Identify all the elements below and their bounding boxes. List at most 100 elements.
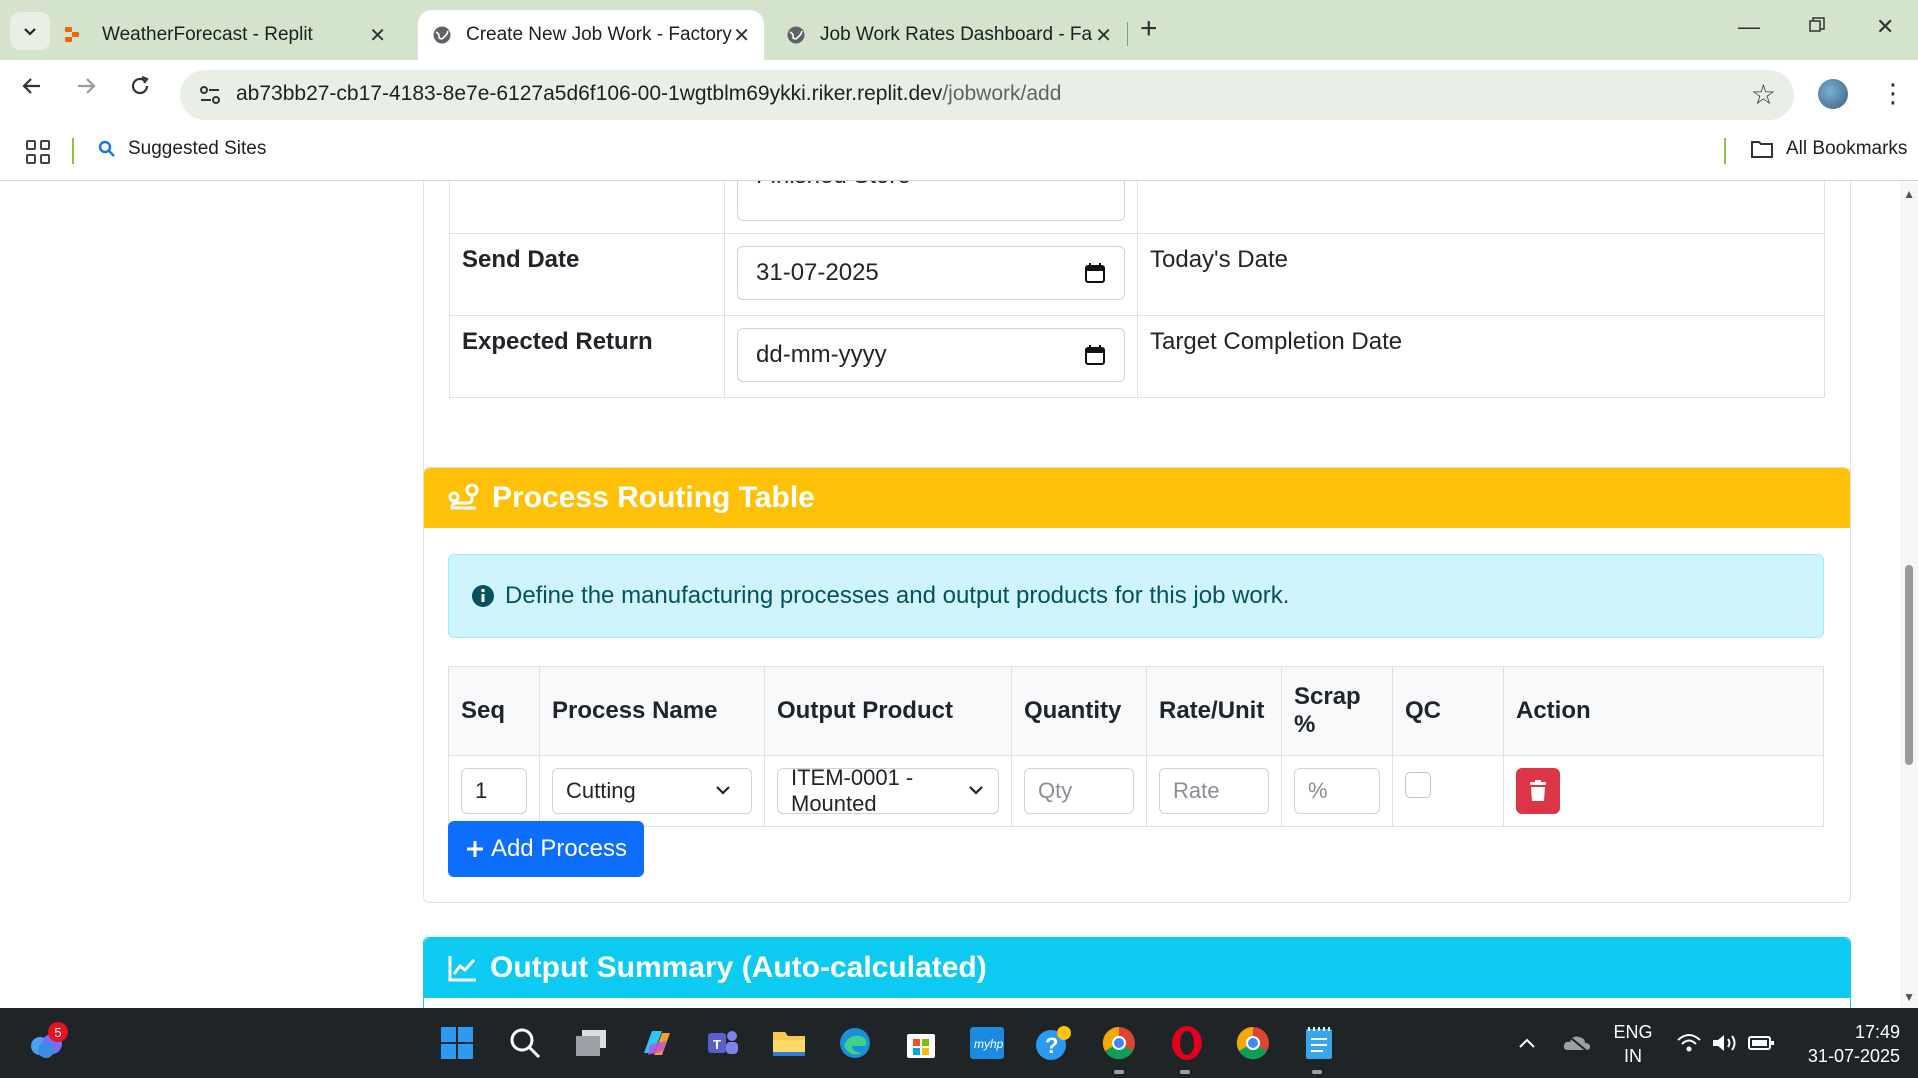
route-icon bbox=[448, 483, 479, 510]
send-date-input[interactable]: 31-07-2025 bbox=[737, 246, 1125, 300]
microsoft-store-icon[interactable] bbox=[902, 1024, 940, 1062]
close-tab-icon[interactable]: ✕ bbox=[733, 23, 750, 48]
clock-date: 31-07-2025 bbox=[1807, 1046, 1900, 1066]
url-text[interactable]: ab73bb27-cb17-4183-8e7e-6127a5d6f106-00-… bbox=[236, 82, 1061, 106]
info-circle-icon bbox=[472, 585, 494, 607]
tab-create-job-work[interactable]: Create New Job Work - Factory ✕ bbox=[418, 10, 764, 60]
tab-search-button[interactable] bbox=[10, 12, 50, 50]
tab-title: WeatherForecast - Replit bbox=[102, 24, 313, 45]
scroll-up-icon[interactable]: ▲ bbox=[1903, 187, 1915, 201]
add-process-button[interactable]: Add Process bbox=[448, 821, 644, 877]
delete-row-button[interactable] bbox=[1516, 768, 1560, 814]
replit-icon bbox=[62, 25, 82, 45]
url-path: /jobwork/add bbox=[942, 82, 1062, 105]
calendar-icon[interactable] bbox=[1084, 262, 1106, 284]
qc-checkbox[interactable] bbox=[1405, 772, 1431, 798]
field-hint: Target Completion Date bbox=[1137, 315, 1825, 398]
svg-text:myhp: myhp bbox=[974, 1037, 1004, 1051]
browser-menu-icon[interactable]: ⋮ bbox=[1880, 78, 1906, 109]
copilot-icon[interactable] bbox=[638, 1024, 676, 1062]
bookmark-suggested-sites[interactable]: Suggested Sites bbox=[98, 138, 266, 160]
column-header: Seq bbox=[448, 666, 540, 756]
edge-icon[interactable] bbox=[836, 1024, 874, 1062]
page-viewport: Finished Store Send Date 31-07-2025 Toda… bbox=[0, 181, 1918, 1008]
tab-title: Create New Job Work - Factory bbox=[466, 24, 732, 45]
notepad-icon[interactable] bbox=[1300, 1024, 1338, 1062]
routing-table: Seq Process Name Output Product Quantity… bbox=[448, 666, 1824, 827]
scrap-input[interactable]: % bbox=[1294, 768, 1380, 814]
column-header: Rate/Unit bbox=[1146, 666, 1282, 756]
notification-count: 5 bbox=[54, 1024, 62, 1040]
column-header: Scrap % bbox=[1281, 666, 1393, 756]
column-header: Output Product bbox=[764, 666, 1012, 756]
close-window-icon[interactable]: ✕ bbox=[1876, 14, 1894, 40]
store-select-value: Finished Store bbox=[756, 181, 911, 190]
all-bookmarks-button[interactable]: All Bookmarks bbox=[1750, 138, 1907, 160]
minimize-icon[interactable]: — bbox=[1738, 14, 1760, 40]
tab-job-work-rates[interactable]: Job Work Rates Dashboard - Fa ✕ bbox=[786, 10, 1116, 60]
url-domain: ab73bb27-cb17-4183-8e7e-6127a5d6f106-00-… bbox=[236, 82, 943, 105]
process-name-select[interactable]: Cutting bbox=[552, 768, 752, 814]
search-icon bbox=[98, 140, 115, 157]
table-row: 1 Cutting ITEM-0001 - Mounted Qty Rate % bbox=[448, 755, 1824, 827]
process-routing-card: Process Routing Table Define the manufac… bbox=[423, 467, 1851, 903]
trash-icon bbox=[1530, 780, 1546, 801]
show-hidden-icons-icon[interactable] bbox=[1508, 1024, 1546, 1062]
expected-return-input[interactable]: dd-mm-yyyy bbox=[737, 328, 1125, 382]
site-settings-icon[interactable] bbox=[198, 83, 222, 107]
profile-avatar[interactable] bbox=[1818, 79, 1848, 109]
restore-icon[interactable] bbox=[1808, 14, 1826, 40]
tab-separator bbox=[1127, 22, 1128, 46]
globe-icon bbox=[432, 25, 452, 45]
bookmark-label: Suggested Sites bbox=[128, 138, 267, 159]
opera-icon[interactable] bbox=[1168, 1024, 1206, 1062]
clock[interactable]: 17:49 31-07-2025 bbox=[1790, 1020, 1900, 1068]
new-tab-button[interactable]: + bbox=[1140, 14, 1158, 44]
empty-label-cell bbox=[449, 181, 725, 234]
close-tab-icon[interactable]: ✕ bbox=[369, 23, 386, 48]
windows-taskbar: 5 T myhp ? ENG IN 17:49 31-07-2025 bbox=[0, 1008, 1918, 1078]
output-summary-card: Output Summary (Auto-calculated) bbox=[423, 937, 1851, 1008]
card-title: Process Routing Table bbox=[492, 481, 815, 514]
bookmark-separator bbox=[1724, 138, 1726, 164]
forward-arrow-icon bbox=[78, 78, 96, 94]
chrome-icon[interactable] bbox=[1100, 1024, 1138, 1062]
onedrive-icon[interactable] bbox=[1558, 1024, 1596, 1062]
help-icon[interactable]: ? bbox=[1034, 1024, 1072, 1062]
active-app-indicator bbox=[1180, 1070, 1190, 1074]
globe-icon bbox=[786, 25, 806, 45]
tab-weatherforecast[interactable]: WeatherForecast - Replit ✕ bbox=[62, 10, 400, 60]
volume-icon[interactable] bbox=[1706, 1024, 1744, 1062]
search-icon[interactable] bbox=[506, 1024, 544, 1062]
rate-input[interactable]: Rate bbox=[1159, 768, 1269, 814]
bookmark-star-icon[interactable]: ☆ bbox=[1751, 78, 1776, 111]
reload-icon bbox=[131, 75, 149, 95]
battery-icon[interactable] bbox=[1742, 1024, 1780, 1062]
task-view-icon[interactable] bbox=[572, 1024, 610, 1062]
myhp-icon[interactable]: myhp bbox=[968, 1024, 1006, 1062]
bookmarks-bar: Suggested Sites All Bookmarks bbox=[0, 122, 1918, 181]
language-indicator[interactable]: ENG IN bbox=[1612, 1020, 1654, 1068]
reload-button[interactable] bbox=[128, 74, 152, 104]
field-hint: Today's Date bbox=[1137, 233, 1825, 316]
calendar-icon[interactable] bbox=[1084, 344, 1106, 366]
chrome-icon[interactable] bbox=[1234, 1024, 1272, 1062]
quantity-input[interactable]: Qty bbox=[1024, 768, 1134, 814]
scroll-down-icon[interactable]: ▼ bbox=[1903, 990, 1915, 1004]
svg-text:T: T bbox=[713, 1037, 721, 1052]
seq-input[interactable]: 1 bbox=[461, 768, 527, 814]
apps-grid-icon[interactable] bbox=[26, 140, 50, 164]
scrollbar-thumb[interactable] bbox=[1905, 565, 1913, 765]
bookmark-separator bbox=[72, 138, 74, 164]
file-explorer-icon[interactable] bbox=[770, 1024, 808, 1062]
back-button[interactable] bbox=[20, 74, 44, 104]
address-bar[interactable]: ab73bb27-cb17-4183-8e7e-6127a5d6f106-00-… bbox=[180, 70, 1794, 120]
active-app-indicator bbox=[1114, 1070, 1124, 1074]
store-select[interactable]: Finished Store bbox=[737, 181, 1125, 221]
forward-button[interactable] bbox=[74, 74, 98, 104]
output-product-select[interactable]: ITEM-0001 - Mounted bbox=[777, 765, 999, 816]
wifi-icon[interactable] bbox=[1670, 1024, 1708, 1062]
teams-icon[interactable]: T bbox=[704, 1024, 742, 1062]
close-tab-icon[interactable]: ✕ bbox=[1095, 23, 1112, 48]
start-windows-icon[interactable] bbox=[438, 1024, 476, 1062]
